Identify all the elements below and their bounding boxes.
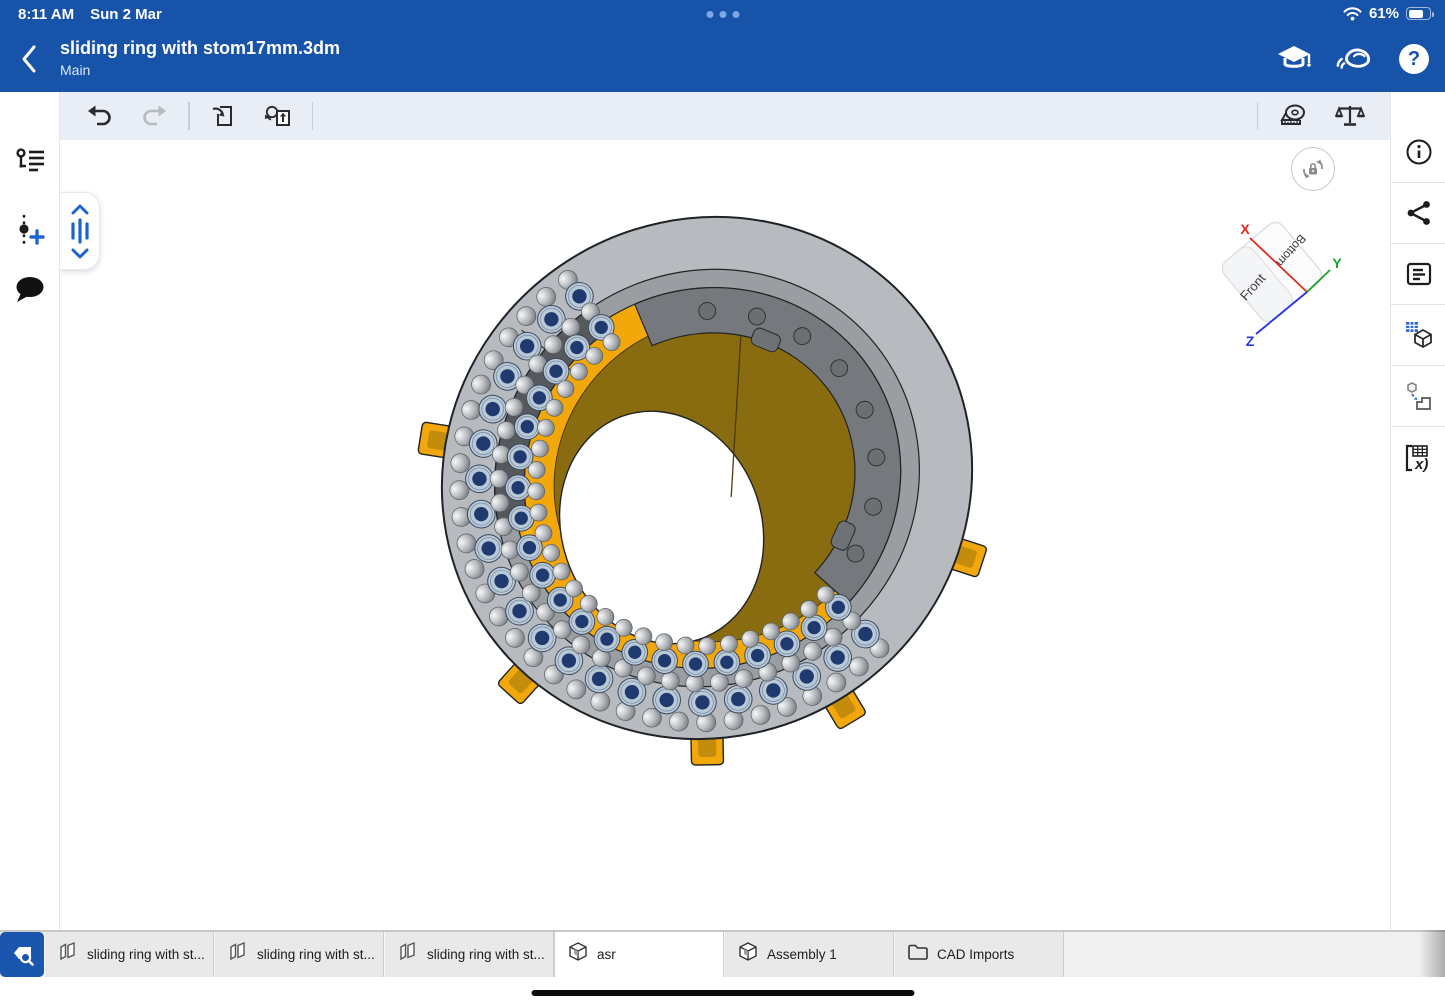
graduation-cap-icon xyxy=(1276,44,1312,74)
wifi-icon xyxy=(1343,7,1362,21)
notes-icon xyxy=(1405,260,1433,288)
toolbar-divider xyxy=(1257,102,1259,130)
chevron-down-icon xyxy=(71,248,89,259)
import-button[interactable] xyxy=(204,98,244,134)
rotation-lock-button[interactable] xyxy=(1291,147,1335,191)
tab-label: Assembly 1 xyxy=(767,947,837,962)
cube-icon xyxy=(567,941,589,968)
back-button[interactable] xyxy=(14,42,44,78)
right-sidebar: x) xyxy=(1390,92,1445,930)
shapr3d-app: 8:11 AM Sun 2 Mar 61% xyxy=(0,0,1445,1004)
orientation-cube[interactable]: Front Bottom X Y Z xyxy=(1212,208,1344,348)
chevron-up-icon xyxy=(71,204,89,215)
undo-icon xyxy=(86,103,114,129)
tab-2[interactable]: sliding ring with st... xyxy=(384,932,554,977)
sketch-doc-icon xyxy=(397,941,419,968)
workspace-subtitle: Main xyxy=(60,60,340,80)
history-step-up-button[interactable] xyxy=(66,201,94,217)
battery-percent: 61% xyxy=(1369,5,1399,22)
learn-button[interactable] xyxy=(1275,40,1313,78)
history-adjust-icon xyxy=(69,218,91,244)
comment-icon xyxy=(13,275,47,305)
folder-icon xyxy=(907,942,929,967)
date: Sun 2 Mar xyxy=(90,6,162,23)
tab-scroll-shadow xyxy=(1419,930,1445,977)
viewport-3d[interactable]: Front Bottom X Y Z xyxy=(60,140,1390,930)
help-button[interactable]: ? xyxy=(1395,40,1433,78)
tab-label: CAD Imports xyxy=(937,947,1014,962)
redo-button[interactable] xyxy=(134,98,174,134)
sketch-doc-icon xyxy=(227,941,249,968)
document-tabs: sliding ring with st... sliding ring with… xyxy=(44,932,1064,977)
home-strip xyxy=(0,977,1445,1004)
share-button[interactable] xyxy=(1391,183,1445,244)
history-step-down-button[interactable] xyxy=(66,245,94,261)
document-title: sliding ring with stom17mm.3dm xyxy=(60,36,340,60)
nav-row: sliding ring with stom17mm.3dm Main xyxy=(0,30,1445,92)
bottom-tab-bar: sliding ring with st... sliding ring with… xyxy=(0,930,1445,977)
measure-button[interactable] xyxy=(1274,98,1314,134)
tab-5[interactable]: CAD Imports xyxy=(894,932,1064,977)
tab-label: sliding ring with st... xyxy=(257,947,375,962)
share-icon xyxy=(1405,199,1433,227)
replace-part-button[interactable] xyxy=(1391,366,1445,427)
clock: 8:11 AM xyxy=(18,6,74,23)
measure-tape-icon xyxy=(1278,103,1310,129)
display-views-icon xyxy=(1404,320,1434,350)
search-button[interactable] xyxy=(0,932,44,977)
comments-button[interactable] xyxy=(0,262,60,318)
ring-model xyxy=(60,140,1390,930)
export-button[interactable] xyxy=(258,98,298,134)
variables-icon: x) xyxy=(1403,443,1435,473)
undo-button[interactable] xyxy=(80,98,120,134)
rotation-lock-icon xyxy=(1299,155,1327,183)
variables-button[interactable]: x) xyxy=(1391,427,1445,488)
add-version-button[interactable] xyxy=(0,202,60,258)
export-icon xyxy=(263,102,293,130)
info-icon xyxy=(1405,138,1433,166)
toolbar-divider xyxy=(188,102,190,130)
spacemouse-button[interactable] xyxy=(1335,40,1373,78)
sketch-doc-icon xyxy=(57,941,79,968)
search-items-icon xyxy=(9,943,35,967)
tab-label: sliding ring with st... xyxy=(427,947,545,962)
chevron-left-icon xyxy=(20,44,38,74)
tab-1[interactable]: sliding ring with st... xyxy=(214,932,384,977)
battery-icon xyxy=(1406,7,1431,20)
toolbar-divider xyxy=(312,102,314,130)
items-list-icon xyxy=(14,147,46,177)
redo-icon xyxy=(140,103,168,129)
axis-x-label: X xyxy=(1240,221,1250,237)
left-sidebar xyxy=(0,92,60,930)
main-toolbar xyxy=(60,92,1390,140)
top-header: 8:11 AM Sun 2 Mar 61% xyxy=(0,0,1445,92)
info-button[interactable] xyxy=(1391,122,1445,183)
items-menu-button[interactable] xyxy=(0,134,60,190)
axis-y-label: Y xyxy=(1332,255,1342,271)
status-bar: 8:11 AM Sun 2 Mar 61% xyxy=(0,0,1445,30)
tab-active-3[interactable]: asr xyxy=(554,932,724,977)
tab-label: sliding ring with st... xyxy=(87,947,205,962)
replace-part-icon xyxy=(1404,381,1434,411)
axis-z-label: Z xyxy=(1246,333,1255,348)
tab-0[interactable]: sliding ring with st... xyxy=(44,932,214,977)
home-indicator[interactable] xyxy=(531,990,914,996)
cube-icon xyxy=(737,941,759,968)
history-slider[interactable] xyxy=(60,192,100,270)
notes-button[interactable] xyxy=(1391,244,1445,305)
import-icon xyxy=(210,102,238,130)
weight-button[interactable] xyxy=(1330,98,1370,134)
help-icon: ? xyxy=(1399,44,1429,74)
tab-label: asr xyxy=(597,947,616,962)
spacemouse-icon xyxy=(1335,44,1373,74)
multitask-dots-icon[interactable] xyxy=(706,11,739,18)
variables-glyph: x) xyxy=(1414,456,1428,473)
tab-4[interactable]: Assembly 1 xyxy=(724,932,894,977)
add-version-icon xyxy=(15,214,45,246)
display-views-button[interactable] xyxy=(1391,305,1445,366)
balance-scale-icon xyxy=(1335,103,1365,129)
